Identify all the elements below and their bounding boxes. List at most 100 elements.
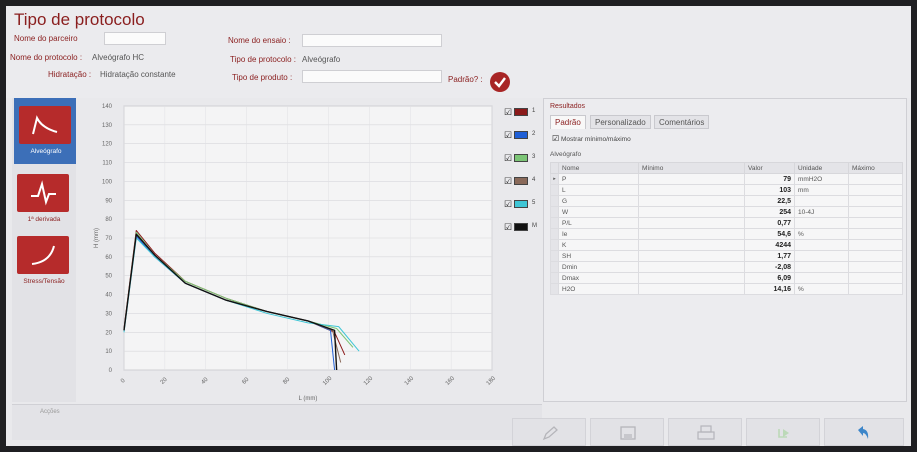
legend-item-3[interactable]: ☑ 3 (504, 152, 542, 164)
undo-arrow-icon (858, 426, 869, 439)
table-row[interactable]: Dmax 6,09 (550, 272, 903, 284)
mode-sidebar: Alveógrafo 1ª derivada Stress/Tensão (12, 98, 76, 402)
actions-area: Acções (12, 404, 542, 440)
row-pointer (550, 195, 559, 207)
pencil-icon (542, 426, 558, 441)
app-window: Tipo de protocolo Nome do parceiro Nome … (6, 6, 911, 446)
export-icon (778, 429, 789, 438)
cell-min (638, 228, 745, 240)
cell-max (848, 272, 903, 284)
sidebar-item-alveograph[interactable]: Alveógrafo (14, 98, 76, 164)
export-button[interactable] (746, 418, 820, 446)
tab-default[interactable]: Padrão (550, 115, 586, 129)
sidebar-item-stress[interactable]: Stress/Tensão (12, 230, 76, 288)
y-tick-label: 140 (102, 104, 113, 110)
column-header-unit: Unidade (794, 162, 849, 174)
row-pointer (550, 283, 559, 295)
partner-label: Nome do parceiro (14, 34, 78, 43)
cell-name: SH (558, 250, 639, 262)
legend-series-name: 4 (532, 177, 536, 183)
sidebar-item-derivative[interactable]: 1ª derivada (12, 168, 76, 226)
legend-item-5[interactable]: ☑ 5 (504, 198, 542, 210)
results-section-title: Alveógrafo (550, 151, 582, 158)
cell-min (638, 250, 745, 262)
table-row[interactable]: H2O 14,16% (550, 283, 903, 295)
tab-custom[interactable]: Personalizado (590, 115, 651, 129)
protocol-name-value: Alveógrafo HC (92, 53, 145, 62)
checkbox-checked-icon: ☑ (552, 134, 560, 143)
y-tick-label: 110 (102, 161, 112, 167)
printer-icon (697, 425, 715, 440)
legend-item-4[interactable]: ☑ 4 (504, 175, 542, 187)
cell-unit: 10-4J (794, 206, 849, 218)
table-row[interactable]: ▸ P 79 mmH2O (550, 173, 903, 185)
show-minmax-option[interactable]: ☑ Mostrar mínimo/máximo (552, 134, 631, 143)
series-color-swatch (514, 200, 528, 208)
print-button[interactable] (668, 418, 742, 446)
y-tick-label: 40 (105, 293, 112, 299)
legend-item-2[interactable]: ☑ 2 (504, 129, 542, 141)
protocol-type-value: Alveógrafo (302, 55, 341, 64)
partner-input[interactable] (104, 32, 166, 45)
legend-item-M[interactable]: ☑ M (504, 221, 542, 233)
test-name-input[interactable] (302, 34, 442, 47)
checkbox-checked-icon[interactable]: ☑ (504, 153, 512, 164)
table-row[interactable]: Ie 54,6% (550, 228, 903, 240)
table-row[interactable]: SH 1,77 (550, 250, 903, 262)
cell-unit: % (794, 283, 849, 295)
cell-min (638, 283, 745, 295)
default-label: Padrão? : (448, 75, 483, 84)
checkbox-checked-icon[interactable]: ☑ (504, 199, 512, 210)
table-row[interactable]: P/L 0,77 (550, 217, 903, 229)
hydration-label: Hidratação : (48, 70, 92, 79)
back-button[interactable] (824, 418, 904, 446)
save-button[interactable] (590, 418, 664, 446)
cell-name: Dmax (558, 272, 639, 284)
row-pointer (550, 206, 559, 218)
legend-item-1[interactable]: ☑ 1 (504, 106, 542, 118)
checkbox-checked-icon[interactable]: ☑ (504, 107, 512, 118)
x-tick-label: 20 (160, 376, 169, 385)
edit-button[interactable] (512, 418, 586, 446)
tab-comments[interactable]: Comentários (654, 115, 710, 129)
hydration-value: Hidratação constante (100, 70, 176, 79)
cell-value: 54,6 (744, 228, 795, 240)
header: Tipo de protocolo Nome do parceiro Nome … (6, 6, 911, 98)
series-color-swatch (514, 131, 528, 139)
product-type-input[interactable] (302, 70, 442, 83)
row-pointer (550, 272, 559, 284)
y-tick-label: 100 (102, 179, 113, 185)
cell-max (848, 184, 903, 196)
checkbox-checked-icon[interactable]: ☑ (504, 222, 512, 233)
cell-min (638, 272, 745, 284)
legend-series-name: 5 (532, 200, 536, 206)
y-tick-label: 50 (105, 274, 112, 280)
checkbox-checked-icon[interactable]: ☑ (504, 176, 512, 187)
cell-max (848, 206, 903, 218)
table-row[interactable]: G 22,5 (550, 195, 903, 207)
default-toggle[interactable] (490, 72, 510, 92)
table-row[interactable]: Dmin -2,08 (550, 261, 903, 273)
table-row[interactable]: K 4244 (550, 239, 903, 251)
legend-series-name: M (532, 223, 537, 229)
cell-value: 79 (744, 173, 795, 185)
series-color-swatch (514, 108, 528, 116)
checkbox-checked-icon[interactable]: ☑ (504, 130, 512, 141)
page-title: Tipo de protocolo (14, 10, 145, 29)
cell-name: G (558, 195, 639, 207)
sidebar-item-label: 1ª derivada (27, 216, 61, 223)
cell-name: K (558, 239, 639, 251)
protocol-type-label: Tipo de protocolo : (230, 55, 296, 64)
cell-value: 103 (744, 184, 795, 196)
results-panel: Resultados Padrão Personalizado Comentár… (543, 98, 907, 402)
table-row[interactable]: L 103 mm (550, 184, 903, 196)
table-row[interactable]: W 254 10-4J (550, 206, 903, 218)
cell-value: 1,77 (744, 250, 795, 262)
x-tick-label: 40 (201, 376, 210, 385)
y-tick-label: 30 (105, 311, 112, 317)
y-tick-label: 120 (102, 142, 113, 148)
actions-label: Acções (40, 409, 60, 415)
y-tick-label: 20 (105, 330, 112, 336)
sidebar-item-label: Stress/Tensão (23, 278, 65, 285)
cell-value: 14,16 (744, 283, 795, 295)
